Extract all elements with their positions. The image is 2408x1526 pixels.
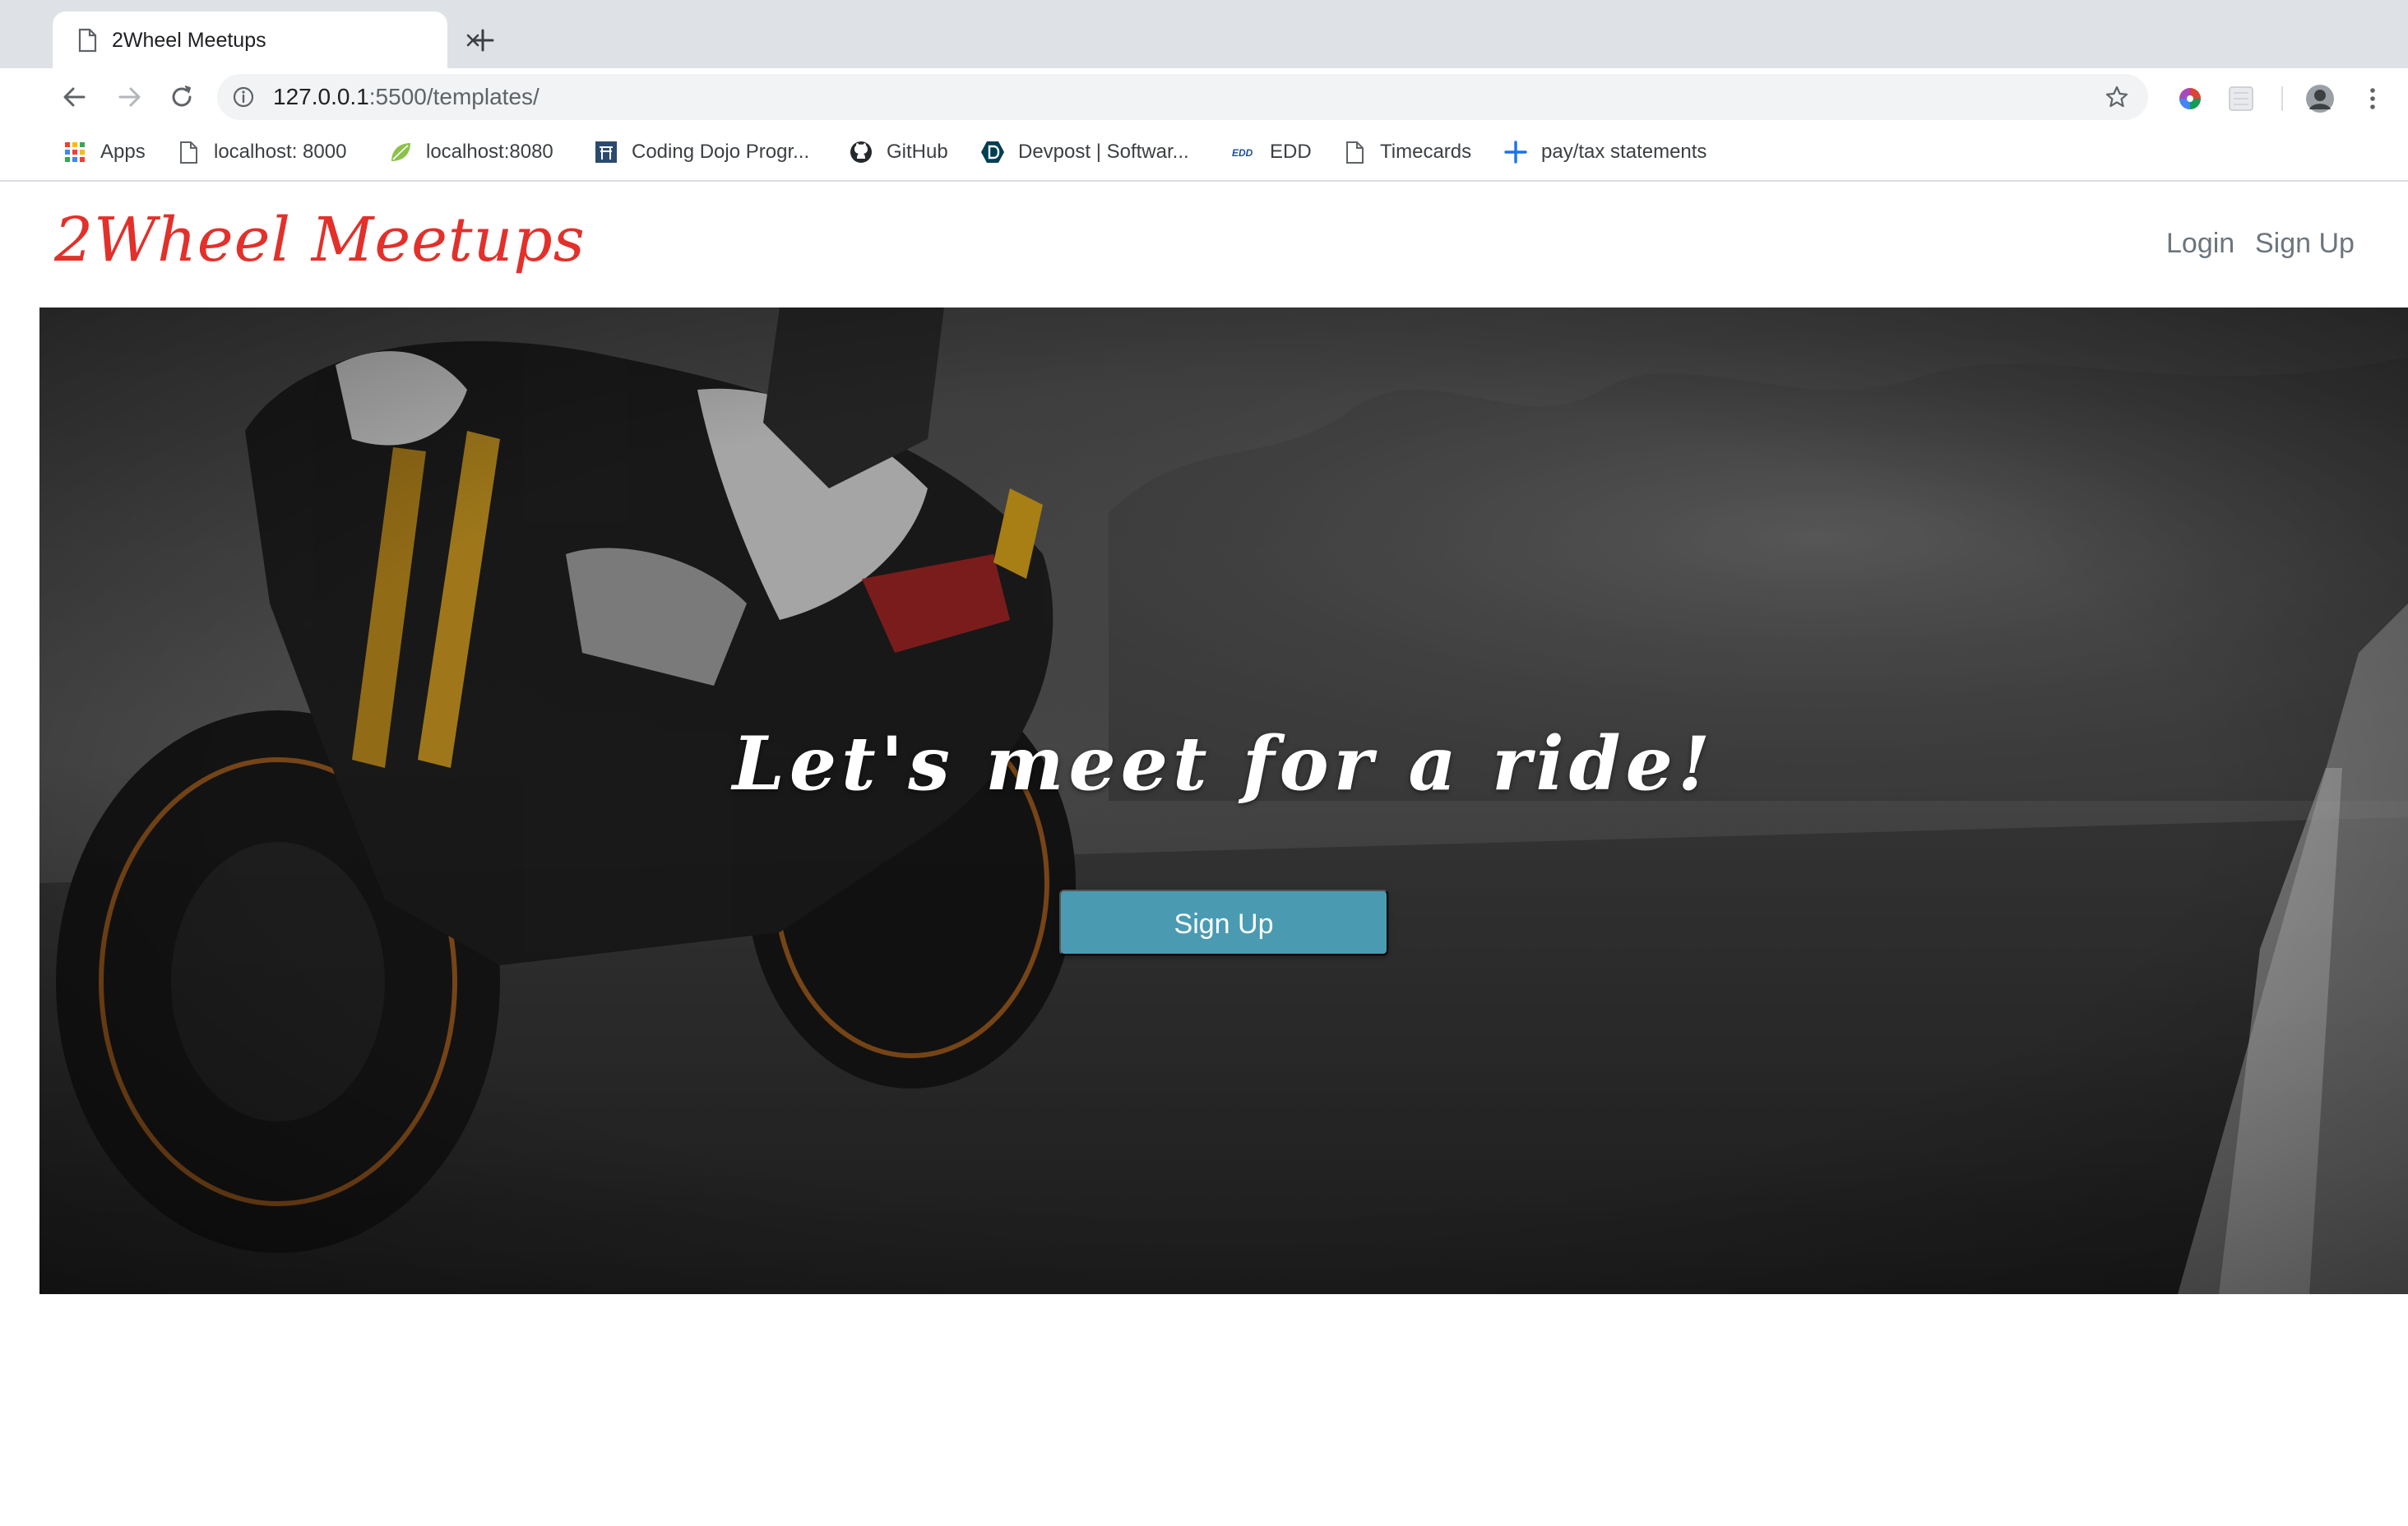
bookmark-label: Apps	[100, 141, 146, 163]
new-tab-icon[interactable]	[467, 25, 498, 56]
bookmark-label: EDD	[1270, 141, 1312, 163]
bookmark-pay-tax-statements[interactable]: pay/tax statements	[1503, 136, 1706, 169]
site-navbar: 2Wheel Meetups Login Sign Up	[39, 183, 2408, 308]
bookmark-coding-dojo[interactable]: Coding Dojo Progr...	[594, 136, 809, 169]
bookmark-devpost[interactable]: Devpost | Softwar...	[980, 136, 1189, 169]
signup-link[interactable]: Sign Up	[2255, 225, 2355, 261]
browser-tab[interactable]: 2Wheel Meetups	[53, 12, 479, 68]
apps-grid-icon	[65, 142, 85, 162]
bookmark-label: Coding Dojo Progr...	[632, 141, 810, 163]
bookmark-localhost-8080[interactable]: localhost:8080	[388, 136, 553, 169]
back-arrow-icon[interactable]	[58, 80, 92, 114]
tab-title: 2Wheel Meetups	[112, 29, 266, 52]
bookmarks-bar: Apps localhost: 8000 localhost:8080 Codi…	[0, 126, 2408, 182]
bookmark-label: localhost: 8000	[214, 141, 347, 163]
address-bar[interactable]: 127.0.0.1:5500/templates/	[217, 74, 2148, 120]
url-path: :5500/templates/	[368, 84, 539, 109]
bookmark-localhost-8000[interactable]: localhost: 8000	[176, 136, 346, 169]
brand-logo[interactable]: 2Wheel Meetups	[54, 199, 586, 281]
reload-icon[interactable]	[164, 80, 199, 114]
bookmark-star-icon[interactable]	[2104, 84, 2130, 110]
url-host: 127.0.0.1	[273, 84, 369, 109]
bookmark-edd[interactable]: EDD EDD	[1232, 136, 1312, 169]
coding-dojo-icon	[595, 141, 617, 163]
github-icon	[850, 141, 872, 163]
url-text[interactable]: 127.0.0.1:5500/templates/	[273, 84, 539, 110]
page-icon	[180, 141, 197, 164]
browser-tab-strip: 2Wheel Meetups	[0, 0, 2408, 68]
hero-tagline: Let's meet for a ride!	[732, 720, 1716, 807]
page-icon	[78, 28, 97, 53]
bookmark-label: Timecards	[1380, 141, 1472, 163]
bookmark-label: Devpost | Softwar...	[1018, 141, 1189, 163]
hero-banner: Let's meet for a ride! Sign Up	[39, 308, 2408, 1294]
bookmark-timecards[interactable]: Timecards	[1342, 136, 1471, 169]
profile-avatar-icon[interactable]	[2304, 83, 2336, 114]
bookmark-github[interactable]: GitHub	[849, 136, 948, 169]
bookmark-apps[interactable]: Apps	[63, 136, 146, 169]
svg-text:EDD: EDD	[1232, 147, 1253, 159]
plus-icon	[1504, 141, 1527, 164]
login-link[interactable]: Login	[2166, 225, 2234, 261]
edd-icon: EDD	[1232, 147, 1253, 159]
toolbar-separator	[2281, 86, 2283, 111]
forward-arrow-icon[interactable]	[112, 80, 146, 114]
bookmark-label: pay/tax statements	[1541, 141, 1707, 163]
browser-toolbar: 127.0.0.1:5500/templates/	[0, 68, 2408, 126]
extension-puzzle-icon[interactable]	[2227, 85, 2255, 113]
bookmark-label: GitHub	[887, 141, 948, 163]
page-viewport: 2Wheel Meetups Login Sign Up Let's meet …	[39, 183, 2408, 1526]
info-icon[interactable]	[232, 86, 255, 109]
page-icon	[1346, 141, 1364, 164]
menu-dots-icon[interactable]	[2359, 85, 2387, 113]
spring-leaf-icon	[391, 143, 410, 161]
hero-signup-button[interactable]: Sign Up	[1059, 890, 1388, 955]
bookmark-label: localhost:8080	[426, 141, 553, 163]
devpost-icon	[981, 141, 1004, 163]
color-picker-extension-icon[interactable]	[2176, 85, 2204, 113]
